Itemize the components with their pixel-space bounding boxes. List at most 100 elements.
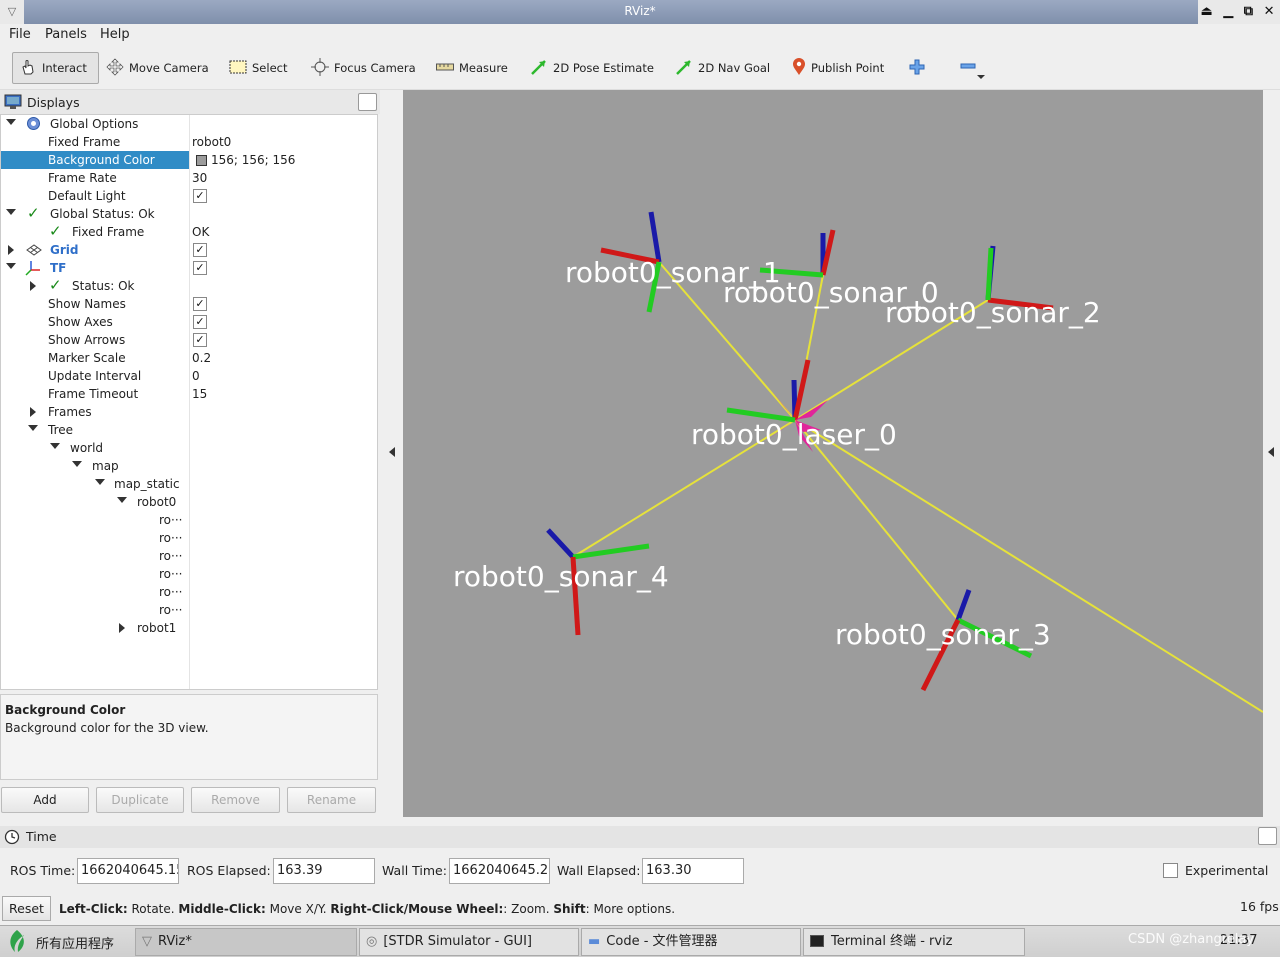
tree-row-default-light[interactable]: Default Light ✓: [1, 187, 377, 205]
default-light-checkbox[interactable]: ✓: [193, 189, 207, 203]
tree-row-update-interval[interactable]: Update Interval 0: [1, 367, 377, 385]
move-camera-tool-button[interactable]: Move Camera: [106, 52, 209, 84]
show-axes-label: Show Axes: [48, 315, 113, 329]
show-arrows-label: Show Arrows: [48, 333, 126, 347]
pose-estimate-tool-button[interactable]: 2D Pose Estimate: [530, 52, 654, 84]
gear-icon: [26, 116, 41, 134]
tree-row-robot0[interactable]: robot0: [1, 493, 377, 511]
expand-arrow-icon[interactable]: [50, 443, 60, 449]
expand-arrow-icon[interactable]: [28, 425, 38, 431]
tree-row-world[interactable]: world: [1, 439, 377, 457]
tree-row-global-status[interactable]: ✓ Global Status: Ok: [1, 204, 377, 223]
frame-rate-value[interactable]: 30: [192, 171, 207, 185]
tf-checkbox[interactable]: ✓: [193, 261, 207, 275]
tree-row-status-fixed-frame[interactable]: ✓ Fixed Frame OK: [1, 222, 377, 241]
tree-row-show-axes[interactable]: Show Axes ✓: [1, 313, 377, 331]
child-frame-label: ro···: [159, 531, 183, 545]
tree-row-robot1[interactable]: robot1: [1, 619, 377, 637]
expand-arrow-icon[interactable]: [6, 263, 16, 269]
fixed-frame-value[interactable]: robot0: [192, 135, 231, 149]
window-controls[interactable]: ⏏ ▁ ⧉ ✕: [1198, 0, 1280, 24]
show-names-checkbox[interactable]: ✓: [193, 297, 207, 311]
interact-tool-button[interactable]: Interact: [12, 52, 99, 84]
remove-tool-button[interactable]: [960, 52, 991, 84]
tree-row-fixed-frame[interactable]: Fixed Frame robot0: [1, 133, 377, 151]
tree-row-tf-status[interactable]: ✓ Status: Ok: [1, 276, 377, 295]
add-display-button[interactable]: Add: [1, 787, 89, 813]
taskbar-item-file-manager[interactable]: ▬ Code - 文件管理器: [581, 928, 801, 956]
publish-point-tool-button[interactable]: Publish Point: [792, 52, 884, 84]
tree-row-map-static[interactable]: map_static: [1, 475, 377, 493]
show-axes-checkbox[interactable]: ✓: [193, 315, 207, 329]
tree-row-tf[interactable]: TF ✓: [1, 259, 377, 277]
help-left-click: Left-Click:: [59, 902, 128, 916]
panel-float-button[interactable]: [1258, 827, 1277, 845]
tree-row-robot0-child[interactable]: ro···: [1, 601, 377, 619]
ros-time-field[interactable]: 1662040645.15: [77, 858, 179, 884]
show-arrows-checkbox[interactable]: ✓: [193, 333, 207, 347]
duplicate-display-button[interactable]: Duplicate: [96, 787, 184, 813]
update-interval-value[interactable]: 0: [192, 369, 200, 383]
tree-row-robot0-child[interactable]: ro···: [1, 583, 377, 601]
frame-timeout-value[interactable]: 15: [192, 387, 207, 401]
tree-row-global-options[interactable]: Global Options: [1, 115, 377, 133]
3d-render-view[interactable]: robot0_sonar_1 robot0_sonar_0 robot0_son…: [403, 90, 1264, 817]
wall-time-label: Wall Time:: [382, 863, 447, 878]
displays-tree[interactable]: Global Options Fixed Frame robot0 Backgr…: [0, 114, 378, 690]
taskbar-item-stdr[interactable]: ◎ [STDR Simulator - GUI]: [359, 928, 579, 956]
tree-row-frame-timeout[interactable]: Frame Timeout 15: [1, 385, 377, 403]
select-tool-button[interactable]: Select: [229, 52, 287, 84]
measure-tool-button[interactable]: Measure: [436, 52, 508, 84]
wall-time-field[interactable]: 1662040645.25: [449, 858, 550, 884]
tree-row-map[interactable]: map: [1, 457, 377, 475]
panel-float-button[interactable]: [358, 93, 377, 111]
experimental-checkbox[interactable]: [1163, 863, 1178, 878]
collapse-arrow-icon[interactable]: [8, 245, 14, 255]
tf-scene: robot0_sonar_1 robot0_sonar_0 robot0_son…: [453, 211, 1264, 713]
taskbar-item-rviz[interactable]: ▽ RViz*: [135, 928, 357, 956]
wall-elapsed-field[interactable]: 163.30: [642, 858, 744, 884]
tree-row-show-names[interactable]: Show Names ✓: [1, 295, 377, 313]
add-tool-button[interactable]: [909, 52, 930, 84]
tree-row-background-color[interactable]: Background Color 156; 156; 156: [1, 151, 377, 169]
expand-arrow-icon[interactable]: [95, 479, 105, 485]
tree-row-frame-rate[interactable]: Frame Rate 30: [1, 169, 377, 187]
background-color-value[interactable]: 156; 156; 156: [211, 153, 295, 167]
left-splitter[interactable]: [383, 90, 402, 817]
expand-arrow-icon[interactable]: [72, 461, 82, 467]
menu-panels[interactable]: Panels: [45, 27, 87, 42]
tree-row-tree[interactable]: Tree: [1, 421, 377, 439]
taskbar-item-terminal[interactable]: Terminal 终端 - rviz: [803, 928, 1025, 956]
tree-row-show-arrows[interactable]: Show Arrows ✓: [1, 331, 377, 349]
tree-row-marker-scale[interactable]: Marker Scale 0.2: [1, 349, 377, 367]
interact-label: Interact: [42, 61, 87, 75]
right-splitter[interactable]: [1263, 90, 1280, 817]
menu-help[interactable]: Help: [100, 27, 130, 42]
color-swatch-icon[interactable]: [196, 155, 207, 166]
focus-camera-tool-button[interactable]: Focus Camera: [311, 52, 416, 84]
csdn-watermark: CSDN @zhangrelay: [1128, 932, 1255, 947]
tree-row-grid[interactable]: Grid ✓: [1, 241, 377, 259]
tree-row-robot0-child[interactable]: ro···: [1, 529, 377, 547]
expand-arrow-icon[interactable]: [6, 119, 16, 125]
ros-elapsed-field[interactable]: 163.39: [273, 858, 375, 884]
collapse-right-icon[interactable]: [1268, 447, 1274, 457]
collapse-arrow-icon[interactable]: [119, 623, 125, 633]
collapse-arrow-icon[interactable]: [30, 281, 36, 291]
tree-row-robot0-child[interactable]: ro···: [1, 565, 377, 583]
tree-row-frames[interactable]: Frames: [1, 403, 377, 421]
tree-row-robot0-child[interactable]: ro···: [1, 547, 377, 565]
tree-row-robot0-child[interactable]: ro···: [1, 511, 377, 529]
nav-goal-tool-button[interactable]: 2D Nav Goal: [675, 52, 770, 84]
menu-file[interactable]: File: [9, 27, 31, 42]
grid-checkbox[interactable]: ✓: [193, 243, 207, 257]
collapse-arrow-icon[interactable]: [30, 407, 36, 417]
apps-menu-button[interactable]: 所有应用程序: [6, 929, 114, 955]
reset-button[interactable]: Reset: [2, 896, 51, 921]
expand-arrow-icon[interactable]: [117, 497, 127, 503]
remove-display-button[interactable]: Remove: [191, 787, 280, 813]
rename-display-button[interactable]: Rename: [287, 787, 376, 813]
collapse-left-icon[interactable]: [389, 447, 395, 457]
marker-scale-value[interactable]: 0.2: [192, 351, 211, 365]
expand-arrow-icon[interactable]: [6, 209, 16, 215]
